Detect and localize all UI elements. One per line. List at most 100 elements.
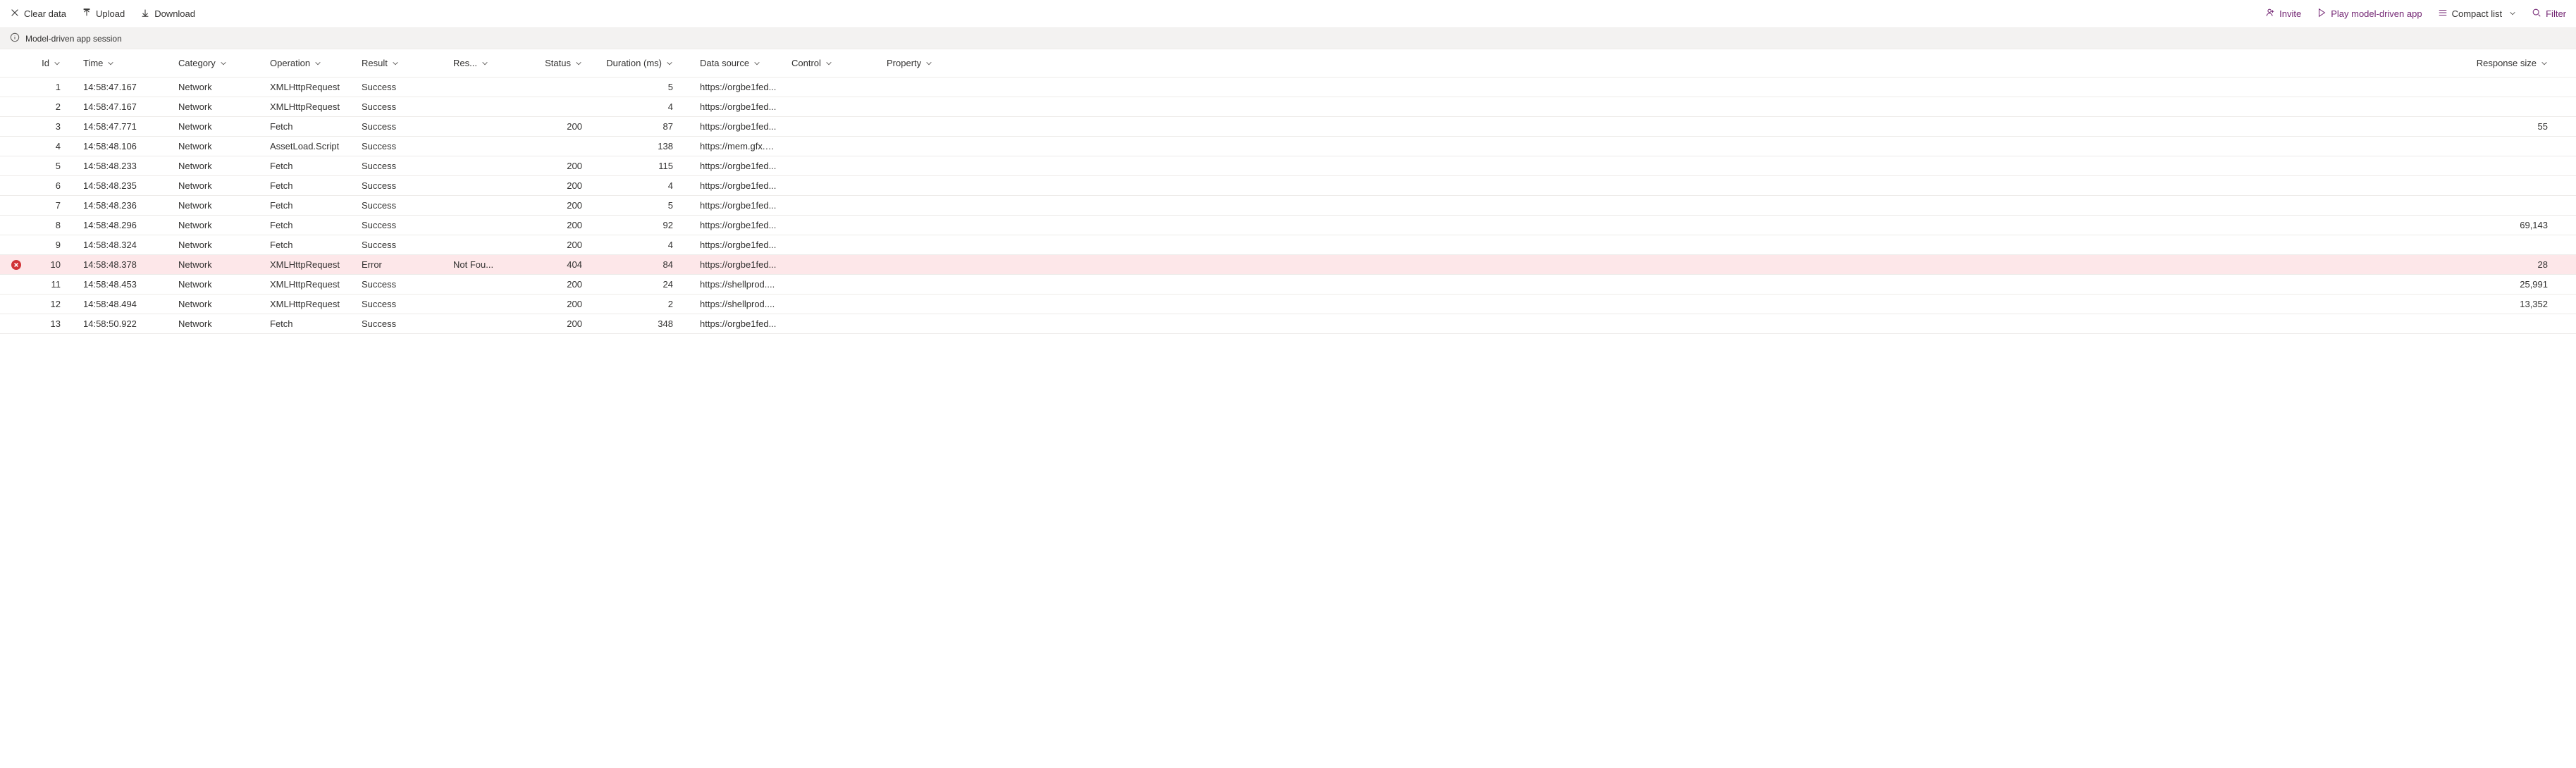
cell-datasource: https://orgbe1fed... <box>694 161 786 171</box>
upload-button[interactable]: Upload <box>82 8 125 20</box>
col-category[interactable]: Category <box>173 58 264 68</box>
row-status-icon <box>0 260 32 270</box>
clear-data-button[interactable]: Clear data <box>10 8 66 20</box>
cell-datasource: https://mem.gfx.m... <box>694 141 786 151</box>
list-icon <box>2438 8 2448 20</box>
cell-category: Network <box>173 82 264 92</box>
cell-result2: Not Fou... <box>448 259 504 270</box>
cell-datasource: https://orgbe1fed... <box>694 220 786 230</box>
cell-status: 200 <box>504 299 599 309</box>
cell-category: Network <box>173 161 264 171</box>
cell-duration: 92 <box>599 220 694 230</box>
cell-time: 14:58:48.106 <box>78 141 173 151</box>
download-label: Download <box>154 8 195 19</box>
cell-result: Success <box>356 200 448 211</box>
col-control[interactable]: Control <box>786 58 881 68</box>
table-row[interactable]: 1014:58:48.378NetworkXMLHttpRequestError… <box>0 255 2576 275</box>
cell-response-size: 13,352 <box>973 299 2576 309</box>
cell-operation: Fetch <box>264 121 356 132</box>
table-row[interactable]: 814:58:48.296NetworkFetchSuccess20092htt… <box>0 216 2576 235</box>
upload-icon <box>82 8 92 20</box>
cell-response-size: 28 <box>973 259 2576 270</box>
cell-category: Network <box>173 220 264 230</box>
cell-operation: XMLHttpRequest <box>264 279 356 290</box>
cell-id: 6 <box>32 180 78 191</box>
cell-duration: 24 <box>599 279 694 290</box>
table: Id Time Category Operation Result Res...… <box>0 49 2576 334</box>
play-button[interactable]: Play model-driven app <box>2317 8 2422 20</box>
cell-id: 8 <box>32 220 78 230</box>
cell-duration: 87 <box>599 121 694 132</box>
cell-duration: 4 <box>599 101 694 112</box>
cell-category: Network <box>173 101 264 112</box>
table-row[interactable]: 214:58:47.167NetworkXMLHttpRequestSucces… <box>0 97 2576 117</box>
download-icon <box>140 8 150 20</box>
cell-category: Network <box>173 240 264 250</box>
cell-category: Network <box>173 259 264 270</box>
cell-time: 14:58:47.771 <box>78 121 173 132</box>
play-icon <box>2317 8 2327 20</box>
table-row[interactable]: 314:58:47.771NetworkFetchSuccess20087htt… <box>0 117 2576 137</box>
col-operation[interactable]: Operation <box>264 58 356 68</box>
cell-status: 200 <box>504 200 599 211</box>
col-result2[interactable]: Res... <box>448 58 504 68</box>
table-row[interactable]: 614:58:48.235NetworkFetchSuccess2004http… <box>0 176 2576 196</box>
cell-result: Success <box>356 220 448 230</box>
cell-category: Network <box>173 200 264 211</box>
filter-button[interactable]: Filter <box>2532 8 2566 20</box>
cell-operation: Fetch <box>264 180 356 191</box>
table-body: 114:58:47.167NetworkXMLHttpRequestSucces… <box>0 78 2576 334</box>
col-id[interactable]: Id <box>32 58 78 68</box>
table-row[interactable]: 914:58:48.324NetworkFetchSuccess2004http… <box>0 235 2576 255</box>
invite-button[interactable]: Invite <box>2265 8 2301 20</box>
cell-time: 14:58:48.296 <box>78 220 173 230</box>
cell-datasource: https://orgbe1fed... <box>694 180 786 191</box>
toolbar-left: Clear data Upload Download <box>10 8 195 20</box>
col-property[interactable]: Property <box>881 58 973 68</box>
table-row[interactable]: 414:58:48.106NetworkAssetLoad.ScriptSucc… <box>0 137 2576 156</box>
col-duration[interactable]: Duration (ms) <box>599 58 694 68</box>
play-label: Play model-driven app <box>2331 8 2422 19</box>
cell-time: 14:58:48.494 <box>78 299 173 309</box>
col-result[interactable]: Result <box>356 58 448 68</box>
cell-category: Network <box>173 180 264 191</box>
download-button[interactable]: Download <box>140 8 195 20</box>
cell-result: Success <box>356 121 448 132</box>
cell-duration: 4 <box>599 240 694 250</box>
cell-operation: Fetch <box>264 200 356 211</box>
col-response-size[interactable]: Response size <box>973 58 2576 68</box>
cell-result: Success <box>356 299 448 309</box>
col-status[interactable]: Status <box>504 58 599 68</box>
cell-id: 11 <box>32 279 78 290</box>
cell-duration: 84 <box>599 259 694 270</box>
cell-operation: XMLHttpRequest <box>264 259 356 270</box>
table-row[interactable]: 514:58:48.233NetworkFetchSuccess200115ht… <box>0 156 2576 176</box>
cell-result: Success <box>356 180 448 191</box>
cell-category: Network <box>173 121 264 132</box>
cell-operation: XMLHttpRequest <box>264 299 356 309</box>
cell-time: 14:58:48.236 <box>78 200 173 211</box>
cell-time: 14:58:48.453 <box>78 279 173 290</box>
cell-duration: 5 <box>599 82 694 92</box>
upload-label: Upload <box>96 8 125 19</box>
cell-id: 7 <box>32 200 78 211</box>
infobar: Model-driven app session <box>0 28 2576 49</box>
cell-duration: 138 <box>599 141 694 151</box>
col-time[interactable]: Time <box>78 58 173 68</box>
col-datasource[interactable]: Data source <box>694 58 786 68</box>
cell-datasource: https://orgbe1fed... <box>694 318 786 329</box>
cell-id: 10 <box>32 259 78 270</box>
toolbar: Clear data Upload Download Invite Play m… <box>0 0 2576 28</box>
cell-duration: 4 <box>599 180 694 191</box>
cell-duration: 348 <box>599 318 694 329</box>
cell-datasource: https://orgbe1fed... <box>694 240 786 250</box>
table-row[interactable]: 114:58:47.167NetworkXMLHttpRequestSucces… <box>0 78 2576 97</box>
cell-operation: Fetch <box>264 240 356 250</box>
table-row[interactable]: 714:58:48.236NetworkFetchSuccess2005http… <box>0 196 2576 216</box>
table-row[interactable]: 1314:58:50.922NetworkFetchSuccess200348h… <box>0 314 2576 334</box>
info-icon <box>10 32 20 44</box>
table-row[interactable]: 1214:58:48.494NetworkXMLHttpRequestSucce… <box>0 295 2576 314</box>
compact-list-button[interactable]: Compact list <box>2438 8 2517 20</box>
table-row[interactable]: 1114:58:48.453NetworkXMLHttpRequestSucce… <box>0 275 2576 295</box>
person-add-icon <box>2265 8 2275 20</box>
